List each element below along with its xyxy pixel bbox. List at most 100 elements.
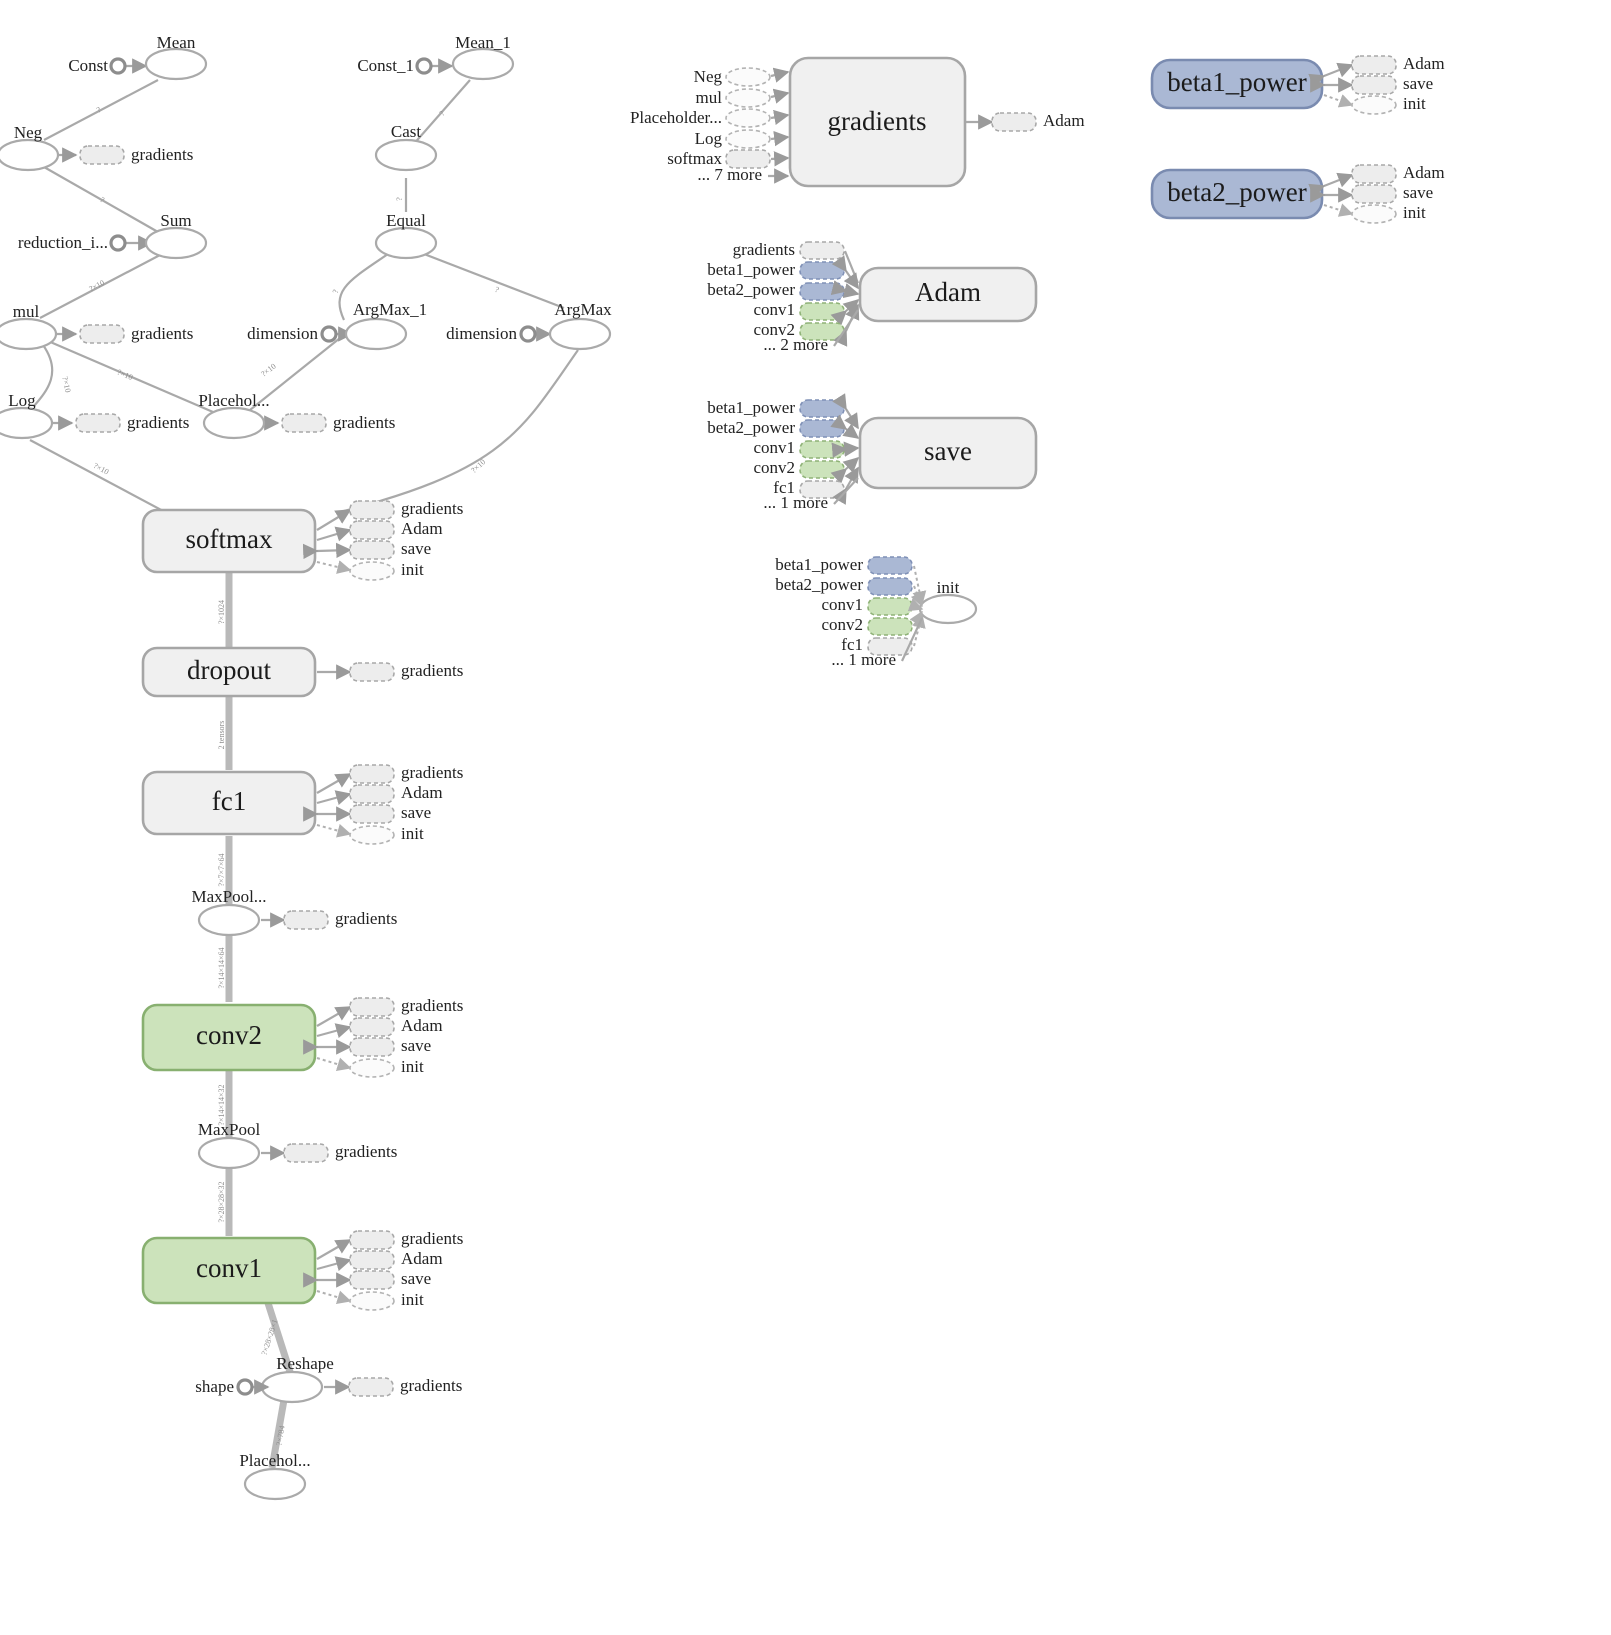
maxpool-stubs: gradients: [261, 1142, 397, 1163]
stub-adam-label: Adam: [401, 783, 443, 802]
output-stub-adam[interactable]: [991, 112, 1037, 132]
input-stub-neg[interactable]: [725, 67, 771, 87]
stub-gradients[interactable]: [281, 413, 327, 433]
stub-init[interactable]: [349, 1058, 395, 1078]
stub-save[interactable]: [349, 1270, 395, 1290]
node-dimension-1[interactable]: [320, 325, 338, 343]
node-const-1[interactable]: [415, 57, 433, 75]
stub-gradients-label: gradients: [400, 1376, 462, 1395]
stub-adam[interactable]: [349, 784, 395, 804]
cluster-adam[interactable]: Adam: [858, 266, 1038, 323]
node-placeholder-bottom[interactable]: Placehol...: [239, 1451, 311, 1501]
node-cast[interactable]: [374, 138, 438, 172]
node-maxpool[interactable]: MaxPool: [198, 1120, 261, 1170]
stub-init[interactable]: [349, 561, 395, 581]
stub-adam[interactable]: [1351, 55, 1397, 75]
node-init[interactable]: init: [918, 578, 978, 625]
node-beta1-power[interactable]: beta1_power: [1150, 58, 1324, 110]
cluster-gradients-inputs: Neg mul Placeholder... Log softmax ... 7…: [630, 67, 790, 184]
stub-adam-label: Adam: [1403, 54, 1445, 73]
input-label-conv2: conv2: [821, 615, 863, 634]
svg-text:?: ?: [395, 197, 404, 201]
input-stub-beta2[interactable]: [799, 419, 845, 438]
node-dropout[interactable]: dropout: [141, 646, 317, 698]
stub-gradients[interactable]: [349, 997, 395, 1017]
input-stub-beta1[interactable]: [799, 261, 845, 280]
node-argmax-1[interactable]: [344, 317, 408, 351]
node-dimension-2[interactable]: [519, 325, 537, 343]
node-mean-1[interactable]: [451, 47, 515, 81]
stub-gradients[interactable]: [75, 413, 121, 433]
stub-gradients-label: gradients: [333, 413, 395, 432]
input-stub-conv1[interactable]: [867, 597, 913, 616]
node-shape[interactable]: [236, 1378, 254, 1396]
stub-adam-label: Adam: [401, 1249, 443, 1268]
stub-gradients[interactable]: [79, 324, 125, 344]
node-reduction-indices[interactable]: [109, 234, 127, 252]
stub-gradients-label: gradients: [127, 413, 189, 432]
input-label-more: ... 1 more: [831, 650, 896, 669]
node-conv2-label: conv2: [196, 1020, 262, 1050]
node-mul[interactable]: [0, 317, 58, 351]
beta2-power-stubs: Adam save init: [1308, 163, 1445, 224]
input-stub-beta1[interactable]: [867, 556, 913, 575]
cluster-gradients[interactable]: gradients: [788, 56, 967, 188]
input-stub-mul[interactable]: [725, 88, 771, 108]
node-sum[interactable]: [144, 226, 208, 260]
node-argmax[interactable]: [548, 317, 612, 351]
stub-adam[interactable]: [1351, 164, 1397, 184]
input-label-beta2: beta2_power: [707, 280, 795, 299]
stub-save[interactable]: [1351, 75, 1397, 95]
input-stub-placeholder[interactable]: [725, 108, 771, 128]
node-mean[interactable]: [144, 47, 208, 81]
input-stub-conv1[interactable]: [799, 302, 845, 321]
stub-save[interactable]: [349, 804, 395, 824]
node-log[interactable]: [0, 406, 54, 440]
stub-adam[interactable]: [349, 1017, 395, 1037]
node-fc1[interactable]: fc1: [141, 770, 317, 836]
stub-gradients[interactable]: [283, 910, 329, 930]
stub-gradients[interactable]: [283, 1143, 329, 1163]
svg-text:?×10: ?×10: [60, 376, 72, 394]
stub-save[interactable]: [1351, 184, 1397, 204]
node-const[interactable]: [109, 57, 127, 75]
stub-gradients[interactable]: [349, 764, 395, 784]
stub-gradients[interactable]: [348, 1377, 394, 1397]
node-conv2[interactable]: conv2: [141, 1003, 317, 1072]
stub-adam[interactable]: [349, 1250, 395, 1270]
input-stub-conv1[interactable]: [799, 440, 845, 459]
stub-save[interactable]: [349, 540, 395, 560]
input-stub-conv2[interactable]: [799, 460, 845, 479]
node-equal[interactable]: [374, 226, 438, 260]
stub-init[interactable]: [1351, 95, 1397, 115]
stub-init[interactable]: [349, 1291, 395, 1311]
node-argmax-label: ArgMax: [554, 300, 612, 319]
node-beta2-power[interactable]: beta2_power: [1150, 168, 1324, 220]
stub-gradients[interactable]: [349, 500, 395, 520]
node-mul-label: mul: [13, 302, 40, 321]
input-label-conv1: conv1: [753, 300, 795, 319]
input-stub-conv2[interactable]: [867, 617, 913, 636]
stub-init[interactable]: [349, 825, 395, 845]
stub-save[interactable]: [349, 1037, 395, 1057]
node-reshape[interactable]: Reshape: [260, 1354, 334, 1404]
stub-adam[interactable]: [349, 520, 395, 540]
node-neg[interactable]: [0, 138, 60, 172]
input-stub-beta2[interactable]: [867, 577, 913, 596]
input-stub-log[interactable]: [725, 129, 771, 149]
node-init-label: init: [937, 578, 960, 597]
node-maxpool-1[interactable]: MaxPool...: [191, 887, 267, 937]
stub-gradients[interactable]: [349, 662, 395, 682]
node-conv1[interactable]: conv1: [141, 1236, 317, 1305]
node-placeholder-mid[interactable]: [202, 406, 266, 440]
svg-text:?: ?: [331, 288, 341, 294]
stub-init[interactable]: [1351, 204, 1397, 224]
input-stub-beta2[interactable]: [799, 282, 845, 301]
stub-gradients[interactable]: [349, 1230, 395, 1250]
node-softmax[interactable]: softmax: [141, 508, 317, 574]
input-stub-beta1[interactable]: [799, 399, 845, 418]
stub-gradients[interactable]: [79, 145, 125, 165]
input-stub-gradients[interactable]: [799, 241, 845, 260]
node-mean-1-label: Mean_1: [455, 33, 511, 52]
cluster-save[interactable]: save: [858, 416, 1038, 490]
